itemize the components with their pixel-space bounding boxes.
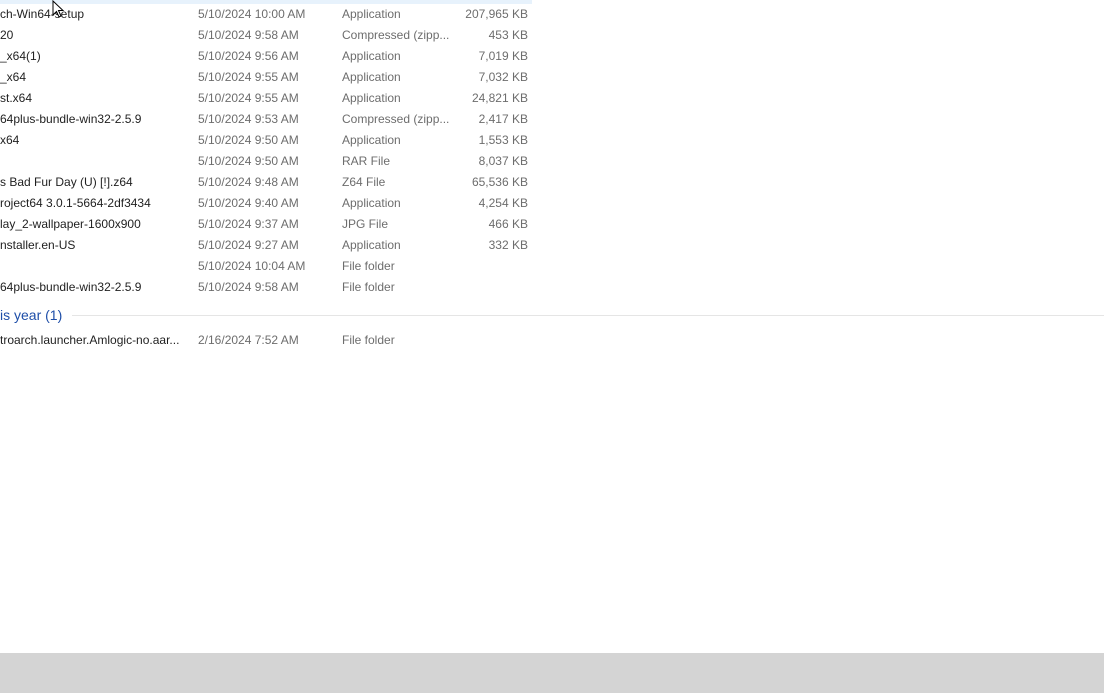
file-date-modified: 5/10/2024 9:37 AM xyxy=(198,217,299,231)
file-size xyxy=(458,256,528,277)
file-row[interactable]: 5/10/2024 9:50 AM RAR File 8,037 KB xyxy=(0,151,532,172)
file-name: x64 xyxy=(0,133,20,147)
file-date-modified: 5/10/2024 9:40 AM xyxy=(198,196,299,210)
file-row[interactable]: 64plus-bundle-win32-2.5.9 5/10/2024 9:53 … xyxy=(0,109,532,130)
file-row[interactable]: st.x64 5/10/2024 9:55 AM Application 24,821… xyxy=(0,88,532,109)
file-type: Application xyxy=(342,49,401,63)
file-row[interactable]: _x64 5/10/2024 9:55 AM Application 7,032 KB xyxy=(0,67,532,88)
file-type: Z64 File xyxy=(342,175,386,189)
file-type: Application xyxy=(342,70,401,84)
file-row[interactable]: x64 5/10/2024 9:50 AM Application 1,553 KB xyxy=(0,130,532,151)
file-type: RAR File xyxy=(342,154,391,168)
file-date-modified: 5/10/2024 9:50 AM xyxy=(198,133,299,147)
file-date-modified: 5/10/2024 10:04 AM xyxy=(198,259,306,273)
file-size: 7,019 KB xyxy=(478,49,528,63)
file-name: nstaller.en-US xyxy=(0,238,76,252)
file-size xyxy=(458,330,528,351)
file-size: 332 KB xyxy=(488,238,528,252)
file-name: lay_2-wallpaper-1600x900 xyxy=(0,217,141,231)
file-row[interactable]: nstaller.en-US 5/10/2024 9:27 AM Applicati… xyxy=(0,235,532,256)
file-name: roject64 3.0.1-5664-2df3434 xyxy=(0,196,151,210)
file-row[interactable]: roject64 3.0.1-5664-2df3434 5/10/2024 9:4… xyxy=(0,193,532,214)
file-size: 453 KB xyxy=(488,28,528,42)
file-date-modified: 5/10/2024 9:58 AM xyxy=(198,28,299,42)
file-row[interactable]: 5/10/2024 10:04 AM File folder xyxy=(0,256,532,277)
file-size: 207,965 KB xyxy=(465,7,528,21)
file-name: 64plus-bundle-win32-2.5.9 xyxy=(0,280,142,294)
file-name xyxy=(0,151,188,172)
file-size xyxy=(458,277,528,298)
file-type: Application xyxy=(342,91,401,105)
group-header-label: is year (1) xyxy=(0,307,63,323)
file-name: _x64 xyxy=(0,70,27,84)
arrow-pointer-icon xyxy=(52,0,65,18)
file-row[interactable]: 64plus-bundle-win32-2.5.9 5/10/2024 9:58 … xyxy=(0,277,532,298)
status-bar xyxy=(0,653,1104,693)
file-size: 4,254 KB xyxy=(478,196,528,210)
file-row[interactable]: ch-Win64-setup 5/10/2024 10:00 AM Applicat… xyxy=(0,4,532,25)
file-type: Application xyxy=(342,133,401,147)
file-row[interactable]: troarch.launcher.Amlogic-no.aar... 2/16/2… xyxy=(0,330,532,351)
group-divider xyxy=(72,315,1104,316)
file-type: File folder xyxy=(342,259,395,273)
file-date-modified: 5/10/2024 9:55 AM xyxy=(198,91,299,105)
file-type: Application xyxy=(342,238,401,252)
file-date-modified: 5/10/2024 9:58 AM xyxy=(198,280,299,294)
file-type: Compressed (zipp... xyxy=(342,28,450,42)
file-date-modified: 5/10/2024 9:53 AM xyxy=(198,112,299,126)
file-name: s Bad Fur Day (U) [!].z64 xyxy=(0,175,133,189)
file-size: 2,417 KB xyxy=(478,112,528,126)
file-size: 65,536 KB xyxy=(471,175,528,189)
file-size: 466 KB xyxy=(488,217,528,231)
file-name: 64plus-bundle-win32-2.5.9 xyxy=(0,112,142,126)
file-size: 7,032 KB xyxy=(478,70,528,84)
file-size: 1,553 KB xyxy=(478,133,528,147)
file-row[interactable]: 20 5/10/2024 9:58 AM Compressed (zipp... 45… xyxy=(0,25,532,46)
file-type: File folder xyxy=(342,280,395,294)
file-row[interactable]: lay_2-wallpaper-1600x900 5/10/2024 9:37 A… xyxy=(0,214,532,235)
file-name xyxy=(0,256,188,277)
file-date-modified: 5/10/2024 9:56 AM xyxy=(198,49,299,63)
file-date-modified: 5/10/2024 9:50 AM xyxy=(198,154,299,168)
file-size: 24,821 KB xyxy=(471,91,528,105)
file-row[interactable]: s Bad Fur Day (U) [!].z64 5/10/2024 9:48 … xyxy=(0,172,532,193)
file-type: Application xyxy=(342,196,401,210)
file-type: File folder xyxy=(342,333,395,347)
file-name: st.x64 xyxy=(0,91,33,105)
file-name: ch-Win64-setup xyxy=(0,7,85,21)
group-header-earlier-this-year[interactable]: is year (1) xyxy=(0,303,1104,327)
file-date-modified: 5/10/2024 9:55 AM xyxy=(198,70,299,84)
file-type: Application xyxy=(342,7,401,21)
file-date-modified: 5/10/2024 9:27 AM xyxy=(198,238,299,252)
file-name: 20 xyxy=(0,28,14,42)
file-size: 8,037 KB xyxy=(478,154,528,168)
file-name: troarch.launcher.Amlogic-no.aar... xyxy=(0,333,180,347)
file-row[interactable]: _x64(1) 5/10/2024 9:56 AM Application 7,019… xyxy=(0,46,532,67)
file-type: Compressed (zipp... xyxy=(342,112,450,126)
file-date-modified: 2/16/2024 7:52 AM xyxy=(198,333,299,347)
file-date-modified: 5/10/2024 9:48 AM xyxy=(198,175,299,189)
file-name: _x64(1) xyxy=(0,49,41,63)
file-date-modified: 5/10/2024 10:00 AM xyxy=(198,7,306,21)
file-type: JPG File xyxy=(342,217,389,231)
